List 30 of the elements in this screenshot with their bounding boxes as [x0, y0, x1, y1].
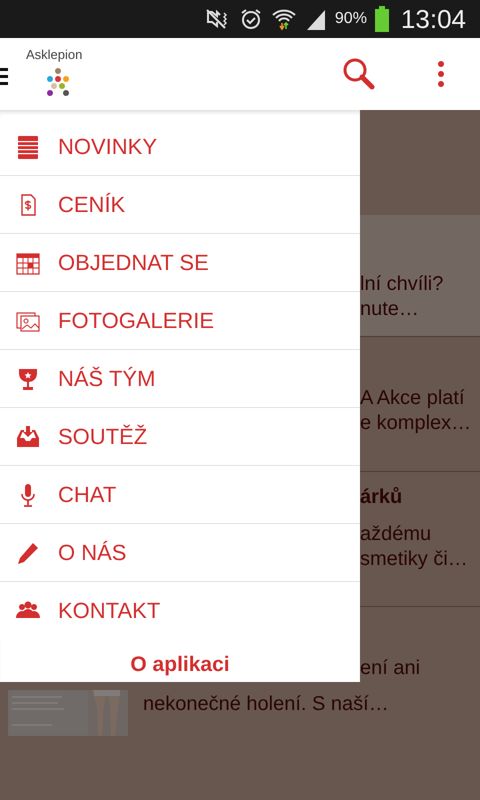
battery-icon [374, 6, 389, 32]
card-text: lní chvíli? [360, 272, 444, 297]
drawer-item[interactable]: NÁŠ TÝM [0, 350, 360, 408]
inbox-icon [15, 424, 41, 450]
card-text: nute… [360, 297, 420, 322]
drawer-item[interactable]: CHAT [0, 466, 360, 524]
alarm-icon [238, 7, 263, 31]
clock-time: 13:04 [400, 4, 466, 34]
drawer-item[interactable]: OBJEDNAT SE [0, 234, 360, 292]
drawer-item[interactable]: KONTAKT [0, 582, 360, 640]
card-text: A Akce platí [360, 386, 466, 411]
card-text: aždému [360, 522, 432, 547]
notepad-icon [15, 134, 41, 160]
drawer-item[interactable]: FOTOGALERIE [0, 292, 360, 350]
card-text: ení ani [360, 656, 422, 681]
more-options-icon[interactable] [438, 61, 444, 87]
card-text: nekonečné holení. S naší… [143, 692, 389, 717]
app-title: Asklepion [26, 46, 82, 62]
search-icon[interactable] [342, 57, 376, 91]
drawer-item[interactable]: SOUTĚŽ [0, 408, 360, 466]
drawer-item[interactable]: NOVINKY [0, 118, 360, 176]
card-title: árků [360, 485, 404, 510]
drawer-item[interactable]: CENÍK [0, 176, 360, 234]
menu-icon[interactable] [0, 66, 8, 88]
card-text: e komplex… [360, 411, 472, 436]
wifi-icon [270, 7, 297, 31]
drawer-item[interactable]: O NÁS [0, 524, 360, 582]
signal-icon [304, 8, 327, 30]
battery-percent: 90% [334, 10, 367, 28]
card-text: smetiky či… [360, 547, 469, 572]
